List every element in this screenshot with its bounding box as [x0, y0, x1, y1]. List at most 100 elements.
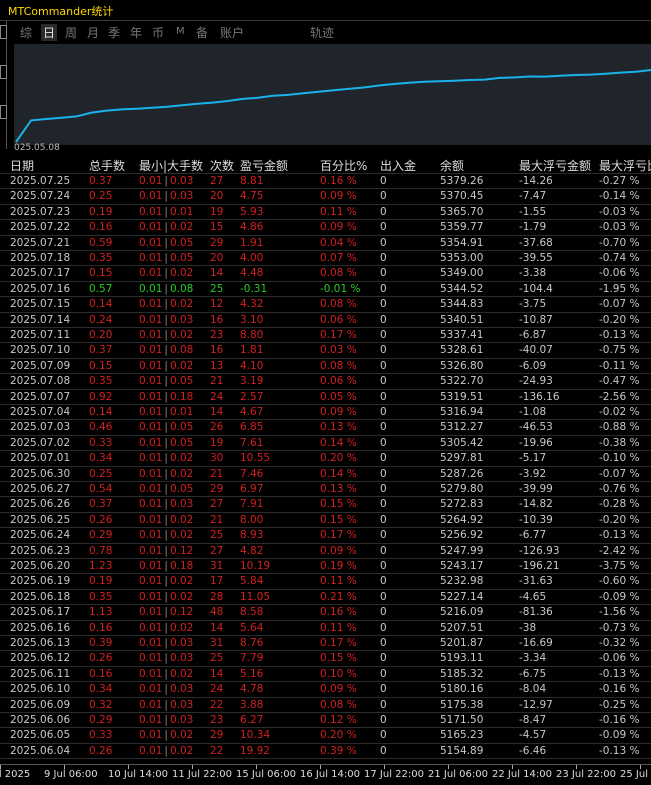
table-row[interactable]: 2025.07.18 0.35 0.01 | 0.05 20 4.00 0.07 % 0 5353… [0, 250, 651, 266]
table-row[interactable]: 2025.07.10 0.37 0.01 | 0.08 16 1.81 0.03 % 0 5328… [0, 342, 651, 358]
cell-total-lots: 0.57 [89, 282, 113, 295]
cell-percent: 0.08 % [320, 267, 357, 280]
table-row[interactable]: 2025.07.21 0.59 0.01 | 0.05 29 1.91 0.04 % 0 5354… [0, 234, 651, 251]
cell-max-lots: 0.02 [169, 267, 194, 280]
tab-m[interactable]: M [176, 26, 185, 37]
tab-month[interactable]: 月 [87, 24, 99, 41]
table-row[interactable]: 2025.07.25 0.37 0.01 | 0.03 27 8.81 0.16 % 0 5379… [0, 173, 651, 189]
table-row[interactable]: 2025.07.17 0.15 0.01 | 0.02 14 4.48 0.08 % 0 5349… [0, 265, 651, 281]
cell-balance: 5243.17 [440, 560, 484, 572]
cell-date: 2025.07.17 [10, 267, 71, 280]
time-axis-label: 10 Jul 14:00 [108, 769, 168, 780]
cell-date: 2025.07.16 [10, 282, 71, 295]
table-row[interactable]: 2025.06.10 0.34 0.01 | 0.03 24 4.78 0.09 % 0 5180… [0, 681, 651, 697]
table-row[interactable]: 2025.06.30 0.25 0.01 | 0.02 21 7.46 0.14 % 0 5287… [0, 465, 651, 482]
cell-total-lots: 0.26 [89, 652, 113, 665]
table-row[interactable]: 2025.07.11 0.20 0.01 | 0.02 23 8.80 0.17 % 0 5337… [0, 327, 651, 343]
table-row[interactable]: 2025.07.24 0.25 0.01 | 0.03 20 4.75 0.09 % 0 5370… [0, 188, 651, 204]
table-row[interactable]: 2025.07.09 0.15 0.01 | 0.02 13 4.10 0.08 % 0 5326… [0, 357, 651, 374]
table-row[interactable]: 2025.07.07 0.92 0.01 | 0.18 24 2.57 0.05 % 0 5319… [0, 388, 651, 405]
table-row[interactable]: 2025.06.24 0.29 0.01 | 0.02 25 8.93 0.17 % 0 5256… [0, 527, 651, 543]
table-row[interactable]: 2025.07.14 0.24 0.01 | 0.03 16 3.10 0.06 % 0 5340… [0, 311, 651, 328]
cell-percent: 0.08 % [320, 698, 357, 711]
tab-summary[interactable]: 综 [20, 24, 32, 41]
table-row[interactable]: 2025.07.22 0.16 0.01 | 0.02 15 4.86 0.09 % 0 5359… [0, 219, 651, 235]
table-row[interactable]: 2025.07.08 0.35 0.01 | 0.05 21 3.19 0.06 % 0 5322… [0, 373, 651, 389]
cell-total-lots: 0.33 [89, 729, 113, 742]
cell-min-lots: 0.01 [139, 575, 163, 588]
cell-max-lots: 0.03 [169, 313, 194, 326]
cell-max-lots: 0.02 [169, 359, 194, 372]
table-row[interactable]: 2025.06.23 0.78 0.01 | 0.12 27 4.82 0.09 % 0 5247… [0, 542, 651, 559]
table-row[interactable]: 2025.06.18 0.35 0.01 | 0.02 28 11.05 0.21 % 0 522… [0, 588, 651, 605]
col-percent: 百分比% [320, 159, 368, 173]
table-row[interactable]: 2025.06.17 1.13 0.01 | 0.12 48 8.58 0.16 % 0 5216… [0, 604, 651, 620]
tab-week[interactable]: 周 [65, 24, 77, 41]
cell-balance: 5201.87 [440, 637, 484, 649]
cell-max-float-percent: -0.75 % [599, 344, 640, 357]
cell-total-lots: 0.25 [89, 467, 113, 480]
tab-account[interactable]: 账户 [220, 24, 244, 41]
table-row[interactable]: 2025.07.23 0.19 0.01 | 0.01 19 5.93 0.11 % 0 5365… [0, 203, 651, 220]
cell-date: 2025.06.04 [10, 744, 71, 757]
table-row[interactable]: 2025.06.26 0.37 0.01 | 0.03 27 7.91 0.15 % 0 5272… [0, 496, 651, 512]
table-row[interactable]: 2025.06.16 0.16 0.01 | 0.02 14 5.64 0.11 % 0 5207… [0, 619, 651, 636]
cell-count: 28 [210, 590, 224, 603]
cell-max-float-amount: -16.69 [519, 637, 553, 649]
cell-deposit-withdraw: 0 [380, 590, 387, 603]
cell-pnl: 7.91 [240, 498, 264, 511]
cell-minmax-lots: 0.01 | 0.08 [139, 282, 193, 296]
minmax-separator: | [164, 390, 168, 403]
time-axis-label: 9 Jul 06:00 [44, 769, 98, 780]
cell-percent: 0.13 % [320, 483, 357, 495]
table-row[interactable]: 2025.06.25 0.26 0.01 | 0.02 21 8.00 0.15 % 0 5264… [0, 511, 651, 528]
cell-balance: 5337.41 [440, 329, 484, 341]
table-row[interactable]: 2025.07.02 0.33 0.01 | 0.05 19 7.61 0.14 % 0 5305… [0, 434, 651, 451]
tab-quarter[interactable]: 季 [108, 24, 120, 41]
table-row[interactable]: 2025.06.05 0.33 0.01 | 0.02 29 10.34 0.20 % 0 516… [0, 727, 651, 743]
cell-balance: 5207.51 [440, 621, 484, 634]
cell-total-lots: 0.29 [89, 529, 113, 542]
cell-max-lots: 0.02 [169, 329, 194, 341]
cell-count: 14 [210, 267, 224, 280]
cell-date: 2025.06.23 [10, 544, 71, 557]
table-row[interactable]: 2025.06.030.460.01|0.05306.860.13 %05134… [0, 758, 651, 759]
cell-count: 29 [210, 236, 224, 249]
table-row[interactable]: 2025.07.16 0.57 0.01 | 0.08 25 -0.31 -0.01 % 0 53… [0, 280, 651, 297]
cell-pnl: 8.58 [240, 606, 264, 619]
table-row[interactable]: 2025.06.04 0.26 0.01 | 0.02 22 19.92 0.39 % 0 515… [0, 742, 651, 759]
time-axis-label: 16 Jul 14:00 [300, 769, 360, 780]
table-row[interactable]: 2025.06.12 0.26 0.01 | 0.03 25 7.79 0.15 % 0 5193… [0, 650, 651, 666]
cell-date: 2025.06.26 [10, 498, 71, 511]
cell-percent: 0.04 % [320, 236, 357, 249]
tab-backup[interactable]: 备 [196, 24, 208, 41]
table-row[interactable]: 2025.06.11 0.16 0.01 | 0.02 14 5.16 0.10 % 0 5185… [0, 665, 651, 682]
table-row[interactable]: 2025.07.04 0.14 0.01 | 0.01 14 4.67 0.09 % 0 5316… [0, 404, 651, 420]
cell-balance: 5322.70 [440, 375, 484, 388]
table-row[interactable]: 2025.06.20 1.23 0.01 | 0.18 31 10.19 0.19 % 0 524… [0, 558, 651, 574]
cell-count: 25 [210, 282, 224, 295]
cell-max-lots: 0.08 [169, 344, 194, 357]
col-minmax-lots: 最小|大手数 [139, 159, 204, 173]
tab-currency[interactable]: 币 [152, 24, 164, 41]
table-row[interactable]: 2025.07.15 0.14 0.01 | 0.02 12 4.32 0.08 % 0 5344… [0, 296, 651, 312]
cell-max-lots: 0.02 [169, 221, 194, 234]
table-row[interactable]: 2025.07.01 0.34 0.01 | 0.02 30 10.55 0.20 % 0 529… [0, 450, 651, 466]
tab-track[interactable]: 轨迹 [310, 24, 334, 41]
cell-max-lots: 0.03 [169, 698, 194, 711]
table-row[interactable]: 2025.06.19 0.19 0.01 | 0.02 17 5.84 0.11 % 0 5232… [0, 573, 651, 589]
cell-percent: 0.12 % [320, 714, 357, 726]
equity-line [15, 69, 651, 143]
cell-minmax-lots: 0.01 | 0.05 [139, 251, 193, 265]
cell-date: 2025.07.11 [10, 329, 71, 341]
table-row[interactable]: 2025.06.06 0.29 0.01 | 0.03 23 6.27 0.12 % 0 5171… [0, 712, 651, 728]
table-row[interactable]: 2025.06.09 0.32 0.01 | 0.03 22 3.88 0.08 % 0 5175… [0, 696, 651, 713]
tab-day[interactable]: 日 [41, 24, 58, 41]
tab-year[interactable]: 年 [130, 24, 142, 41]
table-row[interactable]: 2025.06.13 0.39 0.01 | 0.03 31 8.76 0.17 % 0 5201… [0, 635, 651, 651]
cell-percent: 0.17 % [320, 637, 357, 649]
table-row[interactable]: 2025.07.03 0.46 0.01 | 0.05 26 6.85 0.13 % 0 5312… [0, 419, 651, 435]
col-total-lots: 总手数 [89, 159, 126, 173]
table-row[interactable]: 2025.06.27 0.54 0.01 | 0.05 29 6.97 0.13 % 0 5279… [0, 481, 651, 497]
cell-pnl: 4.82 [240, 544, 264, 557]
